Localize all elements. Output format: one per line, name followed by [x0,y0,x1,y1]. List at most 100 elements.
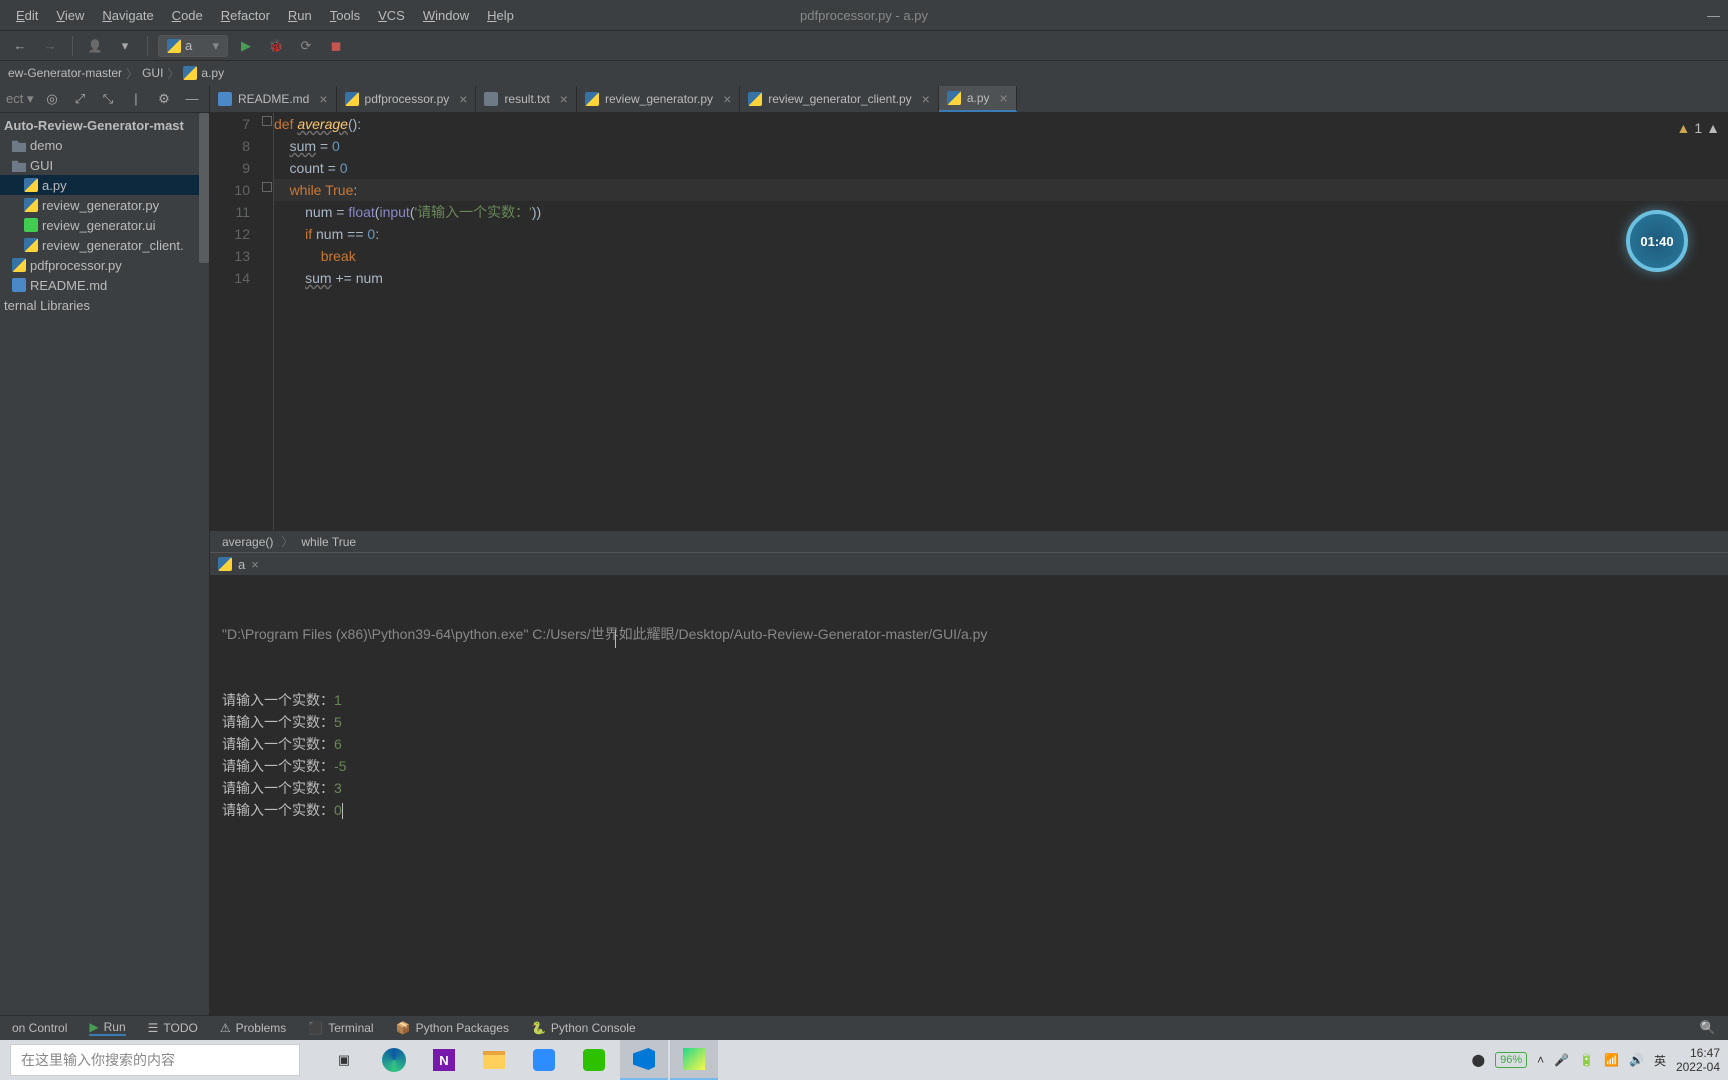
inspection-indicator[interactable]: ▲ 1 ▲ [1676,117,1720,139]
menu-refactor[interactable]: Refactor [213,6,278,25]
taskbar-app-vscode[interactable] [620,1040,668,1080]
tree-external-libraries[interactable]: ternal Libraries [0,295,209,315]
editor-tab[interactable]: a.py× [939,86,1017,112]
code-line[interactable]: num = float(input('请输入一个实数：')) [274,201,1728,223]
code-content[interactable]: def average(): sum = 0 count = 0 while T… [274,113,1728,530]
editor-tab[interactable]: review_generator.py× [577,86,740,112]
run-config-selector[interactable]: a ▾ [158,35,228,57]
menu-navigate[interactable]: Navigate [94,6,161,25]
menu-code[interactable]: Code [164,6,211,25]
tree-node[interactable]: GUI [0,155,209,175]
stop-button[interactable] [324,34,348,58]
version-control-tab[interactable]: on Control [12,1021,67,1035]
editor-tab[interactable]: review_generator_client.py× [740,86,939,112]
python-console-tab[interactable]: 🐍Python Console [531,1021,636,1035]
expand-all-button[interactable] [69,88,91,110]
locate-file-button[interactable] [41,88,63,110]
run-tab[interactable]: ▶Run [89,1020,125,1036]
code-line[interactable]: while True: [274,179,1728,201]
python-packages-tab[interactable]: 📦Python Packages [396,1021,509,1035]
fold-handle[interactable] [262,116,272,126]
tree-node[interactable]: review_generator.ui [0,215,209,235]
tree-node[interactable]: README.md [0,275,209,295]
ime-indicator[interactable]: 英 [1654,1052,1666,1069]
close-icon[interactable]: × [1000,90,1008,106]
battery-indicator[interactable]: 96% [1495,1052,1527,1068]
menu-vcs[interactable]: VCS [370,6,413,25]
menu-edit[interactable]: Edit [8,6,46,25]
fold-handle[interactable] [262,182,272,192]
code-editor[interactable]: 7891011121314 def average(): sum = 0 cou… [210,113,1728,530]
hide-button[interactable] [181,88,203,110]
problems-tab[interactable]: ⚠Problems [220,1021,286,1035]
taskbar-app-wechat[interactable] [570,1040,618,1080]
minimize-icon[interactable]: — [1707,8,1720,23]
code-line[interactable]: break [274,245,1728,267]
code-line[interactable]: if num == 0: [274,223,1728,245]
run-button[interactable] [234,34,258,58]
author-button[interactable] [83,34,107,58]
battery-icon[interactable]: 🔋 [1579,1053,1594,1067]
tree-node[interactable]: review_generator.py [0,195,209,215]
taskbar-app-pycharm[interactable] [670,1040,718,1080]
breadcrumb-mid[interactable]: GUI [142,66,163,80]
tree-node[interactable]: a.py [0,175,209,195]
breadcrumb-item[interactable]: while True [301,535,356,549]
taskbar-app-edge[interactable] [370,1040,418,1080]
taskbar-app-meeting[interactable] [520,1040,568,1080]
package-icon: 📦 [396,1021,411,1035]
menu-view[interactable]: View [48,6,92,25]
menu-tools[interactable]: Tools [322,6,368,25]
project-tree[interactable]: Auto-Review-Generator-mast demoGUIa.pyre… [0,113,209,1015]
tray-chevron-icon[interactable]: ˄ [1537,1053,1544,1067]
tree-node[interactable]: pdfprocessor.py [0,255,209,275]
close-icon[interactable]: × [459,91,467,107]
coverage-button[interactable] [294,34,318,58]
tree-root[interactable]: Auto-Review-Generator-mast [0,115,209,135]
run-tab-label[interactable]: a [238,557,245,572]
wifi-icon[interactable]: 📶 [1604,1053,1619,1067]
breadcrumb-file[interactable]: a.py [183,66,224,81]
editor-tab[interactable]: result.txt× [476,86,577,112]
project-label[interactable]: ect ▾ [6,91,33,107]
search-button[interactable] [1700,1020,1716,1036]
tree-node[interactable]: review_generator_client. [0,235,209,255]
taskbar-app-cmd[interactable]: ▣ [320,1040,368,1080]
close-icon[interactable]: × [723,91,731,107]
windows-search-input[interactable]: 在这里输入你搜索的内容 [10,1044,300,1076]
run-console[interactable]: "D:\Program Files (x86)\Python39-64\pyth… [210,575,1728,1015]
code-line[interactable]: def average(): [274,113,1728,135]
close-icon[interactable]: × [319,91,327,107]
terminal-tab[interactable]: ⬛Terminal [308,1021,373,1035]
todo-tab[interactable]: ☰TODO [148,1021,198,1035]
tray-icon[interactable]: ⬤ [1472,1053,1485,1067]
editor-tab[interactable]: README.md× [210,86,337,112]
separator: | [125,88,147,110]
nav-forward-button[interactable] [38,34,62,58]
taskbar-app-onenote[interactable]: N [420,1040,468,1080]
settings-button[interactable] [153,88,175,110]
author-dropdown[interactable]: ▾ [113,34,137,58]
clock[interactable]: 16:47 2022-04 [1676,1046,1720,1074]
close-icon[interactable]: × [560,91,568,107]
menu-help[interactable]: Help [479,6,522,25]
taskbar-app-explorer[interactable] [470,1040,518,1080]
close-icon[interactable]: × [251,557,259,572]
breadcrumb-item[interactable]: average() [222,535,273,549]
code-line[interactable]: sum = 0 [274,135,1728,157]
code-line[interactable]: sum += num [274,267,1728,289]
nav-back-button[interactable] [8,34,32,58]
collapse-all-button[interactable] [97,88,119,110]
menu-window[interactable]: Window [415,6,477,25]
code-line[interactable]: count = 0 [274,157,1728,179]
menu-run[interactable]: Run [280,6,320,25]
tree-node[interactable]: demo [0,135,209,155]
tree-scrollbar[interactable] [199,113,209,263]
volume-icon[interactable]: 🔊 [1629,1053,1644,1067]
editor-tab[interactable]: pdfprocessor.py× [337,86,477,112]
close-icon[interactable]: × [922,91,930,107]
breadcrumb-root[interactable]: ew-Generator-master [8,66,122,80]
microphone-icon[interactable]: 🎤 [1554,1053,1569,1067]
fold-gutter[interactable] [260,113,274,530]
debug-button[interactable] [264,34,288,58]
